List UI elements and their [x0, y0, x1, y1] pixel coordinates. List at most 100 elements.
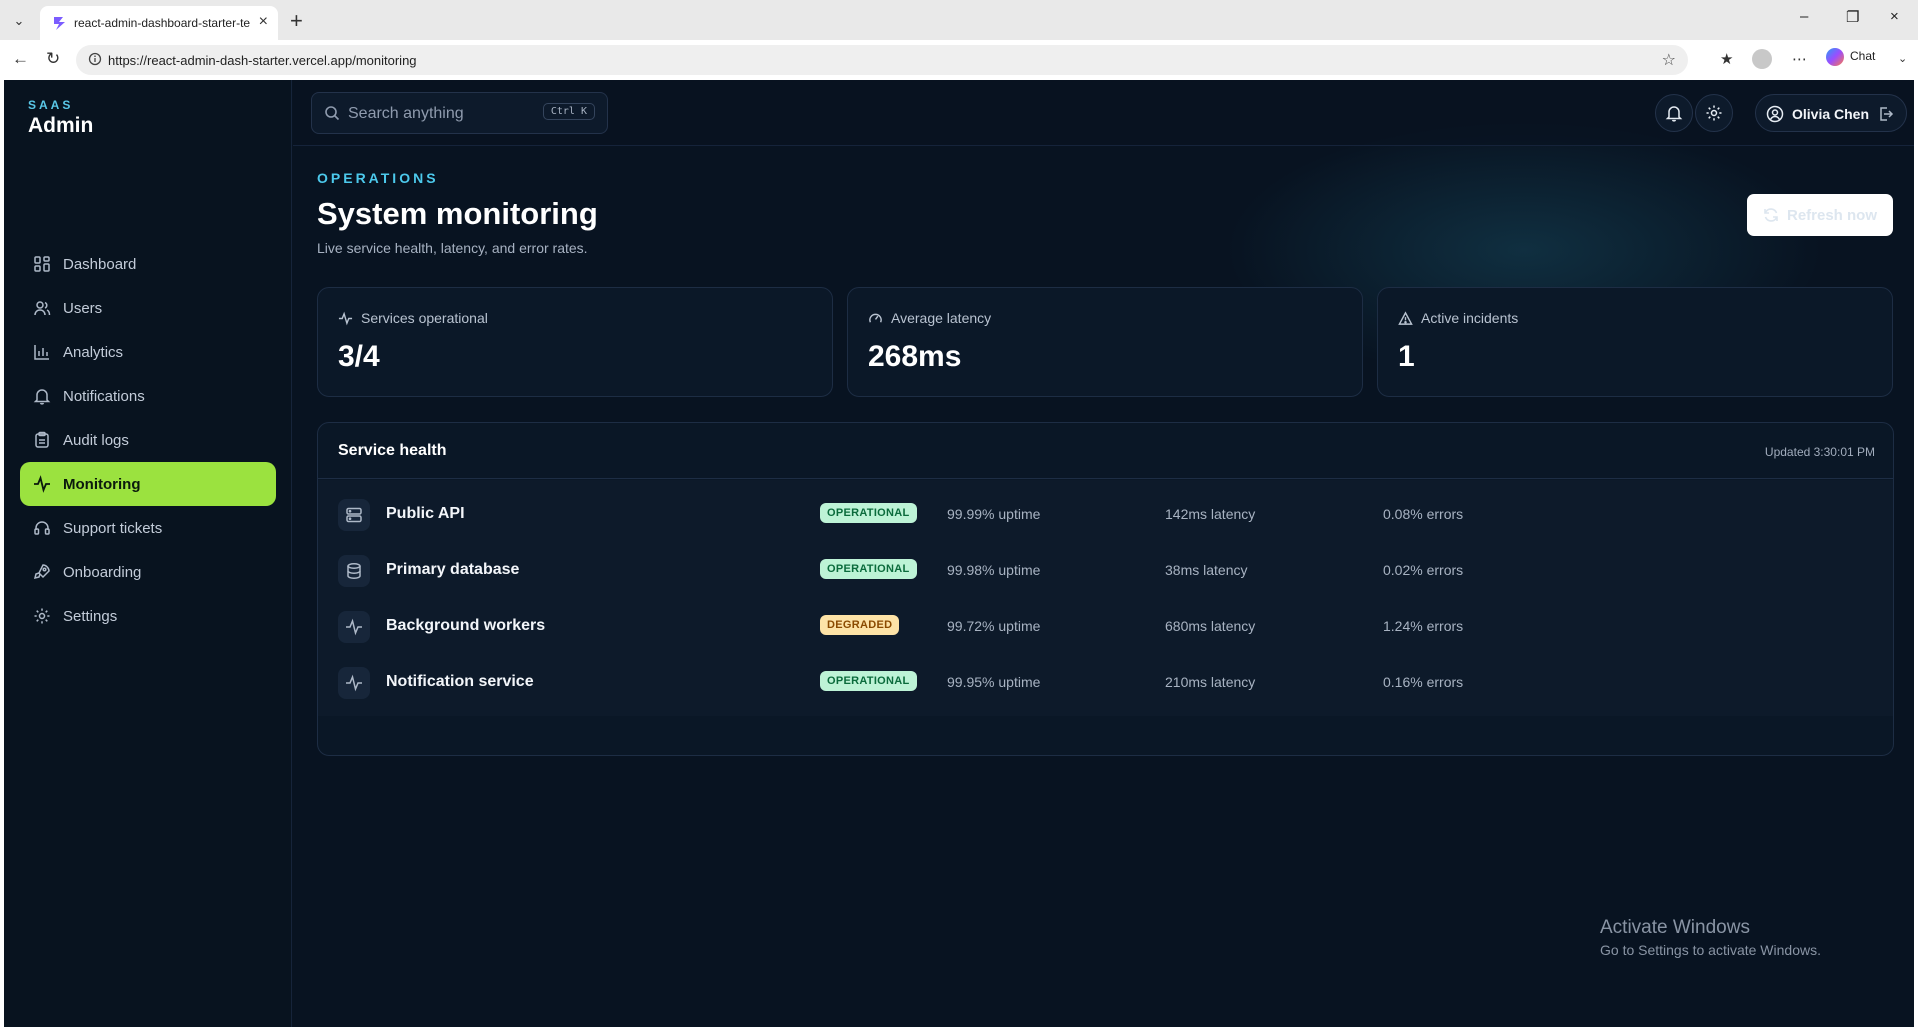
top-bar: Ctrl K Olivia Chen	[293, 80, 1914, 146]
server-icon	[346, 507, 362, 523]
page-title: System monitoring	[317, 196, 598, 231]
stat-value: 3/4	[338, 340, 380, 373]
errors-value: 0.08% errors	[1383, 506, 1464, 522]
brand-title: Admin	[28, 114, 94, 137]
sidebar-item-audit-logs[interactable]: Audit logs	[20, 418, 276, 462]
reload-icon[interactable]: ↻	[46, 49, 60, 69]
main-content: OPERATIONS System monitoring Live servic…	[293, 146, 1914, 1027]
sidebar-nav: Dashboard Users Analytics Notifications …	[20, 242, 276, 638]
window-close-icon[interactable]: ×	[1890, 8, 1899, 25]
settings-button[interactable]	[1695, 94, 1733, 132]
browser-tab-strip: ⌄ react-admin-dashboard-starter-te × + –…	[0, 0, 1918, 40]
back-arrow-icon[interactable]: ←	[12, 49, 29, 69]
service-name: Public API	[386, 505, 465, 522]
activity-icon	[34, 475, 50, 493]
tab-title: react-admin-dashboard-starter-te	[74, 16, 251, 30]
gear-icon	[1706, 105, 1722, 121]
new-tab-plus-icon[interactable]: +	[290, 8, 303, 34]
errors-value: 0.16% errors	[1383, 674, 1464, 690]
windows-activation-subtitle: Go to Settings to activate Windows.	[1600, 942, 1821, 958]
windows-activation-title: Activate Windows	[1600, 917, 1750, 938]
status-badge: OPERATIONAL	[820, 503, 917, 523]
status-badge: DEGRADED	[820, 615, 900, 635]
uptime-value: 99.72% uptime	[947, 618, 1041, 634]
errors-value: 0.02% errors	[1383, 562, 1464, 578]
url-text: https://react-admin-dash-starter.vercel.…	[108, 53, 417, 68]
logout-icon[interactable]	[1878, 106, 1894, 122]
sidebar-item-label: Support tickets	[63, 519, 163, 537]
service-health-header: Service health Updated 3:30:01 PM	[318, 423, 1893, 479]
sidebar-item-label: Monitoring	[63, 475, 141, 493]
profile-avatar-icon[interactable]	[1752, 49, 1772, 69]
sidebar-item-label: Onboarding	[63, 563, 142, 581]
page-subtitle: Live service health, latency, and error …	[317, 240, 588, 256]
copilot-chat-button[interactable]: Chat	[1826, 48, 1875, 66]
search-box[interactable]: Ctrl K	[311, 92, 608, 134]
chat-label: Chat	[1850, 49, 1876, 64]
stat-label: Services operational	[361, 310, 488, 326]
sidebar-item-settings[interactable]: Settings	[20, 594, 276, 638]
table-row: Notification service OPERATIONAL 99.95% …	[318, 648, 1893, 716]
user-name: Olivia Chen	[1792, 106, 1870, 122]
service-health-title: Service health	[338, 442, 447, 459]
sidebar-item-label: Dashboard	[63, 255, 137, 273]
service-name: Background workers	[386, 617, 546, 634]
latency-value: 38ms latency	[1165, 562, 1248, 578]
gear-icon	[34, 608, 50, 624]
activity-icon	[346, 618, 362, 636]
sidebar-item-users[interactable]: Users	[20, 286, 276, 330]
more-options-icon[interactable]: ⋯	[1792, 50, 1807, 68]
favorites-list-icon[interactable]: ★	[1720, 50, 1733, 68]
tab-close-icon[interactable]: ×	[259, 13, 268, 31]
search-shortcut-badge: Ctrl K	[542, 103, 595, 120]
clipboard-icon	[35, 431, 49, 448]
users-icon	[34, 301, 51, 316]
stat-card-average-latency: Average latency 268ms	[847, 287, 1363, 397]
chat-chevron-icon[interactable]: ⌄	[1898, 52, 1907, 65]
latency-value: 680ms latency	[1165, 618, 1256, 634]
rocket-icon	[33, 564, 50, 580]
sidebar-item-label: Settings	[63, 607, 118, 625]
last-updated-timestamp: Updated 3:30:01 PM	[1764, 445, 1875, 459]
service-name: Notification service	[386, 673, 534, 690]
tab-list-chevron-icon[interactable]: ⌄	[8, 10, 30, 32]
refresh-now-button[interactable]: Refresh now	[1747, 194, 1893, 236]
uptime-value: 99.98% uptime	[947, 562, 1041, 578]
browser-tab-active[interactable]: react-admin-dashboard-starter-te ×	[40, 6, 278, 40]
sidebar-item-monitoring[interactable]: Monitoring	[20, 462, 276, 506]
user-menu-button[interactable]: Olivia Chen	[1755, 94, 1907, 132]
notifications-button[interactable]	[1655, 94, 1693, 132]
activity-icon	[338, 311, 353, 325]
app-viewport: SAAS Admin Dashboard Users Analytics Not…	[4, 80, 1914, 1027]
site-favicon-icon	[54, 17, 65, 30]
activity-icon	[346, 674, 362, 692]
status-badge: OPERATIONAL	[820, 671, 917, 691]
stat-value: 1	[1398, 340, 1415, 373]
refresh-icon	[1764, 208, 1778, 222]
stat-label: Active incidents	[1421, 310, 1519, 326]
sidebar-item-label: Users	[63, 299, 103, 317]
sidebar-item-notifications[interactable]: Notifications	[20, 374, 276, 418]
restore-icon[interactable]: ❐	[1846, 8, 1859, 26]
alert-triangle-icon	[1398, 310, 1413, 325]
url-field[interactable]: https://react-admin-dash-starter.vercel.…	[76, 45, 1688, 75]
sidebar-item-analytics[interactable]: Analytics	[20, 330, 276, 374]
favorite-star-icon[interactable]: ☆	[1662, 50, 1676, 70]
sidebar-item-dashboard[interactable]: Dashboard	[20, 242, 276, 286]
latency-value: 142ms latency	[1165, 506, 1256, 522]
stat-card-active-incidents: Active incidents 1	[1377, 287, 1893, 397]
brand-eyebrow: SAAS	[28, 98, 74, 112]
sidebar-item-onboarding[interactable]: Onboarding	[20, 550, 276, 594]
minimize-icon[interactable]: –	[1800, 8, 1808, 25]
stat-label: Average latency	[891, 310, 992, 326]
status-badge: OPERATIONAL	[820, 559, 917, 579]
uptime-value: 99.99% uptime	[947, 506, 1041, 522]
site-info-icon[interactable]	[88, 52, 102, 66]
latency-value: 210ms latency	[1165, 674, 1256, 690]
database-icon	[347, 563, 361, 579]
search-icon	[325, 106, 340, 121]
bell-icon	[33, 389, 51, 405]
search-input[interactable]	[348, 103, 538, 125]
sidebar: SAAS Admin Dashboard Users Analytics Not…	[4, 80, 292, 1027]
sidebar-item-support-tickets[interactable]: Support tickets	[20, 506, 276, 550]
